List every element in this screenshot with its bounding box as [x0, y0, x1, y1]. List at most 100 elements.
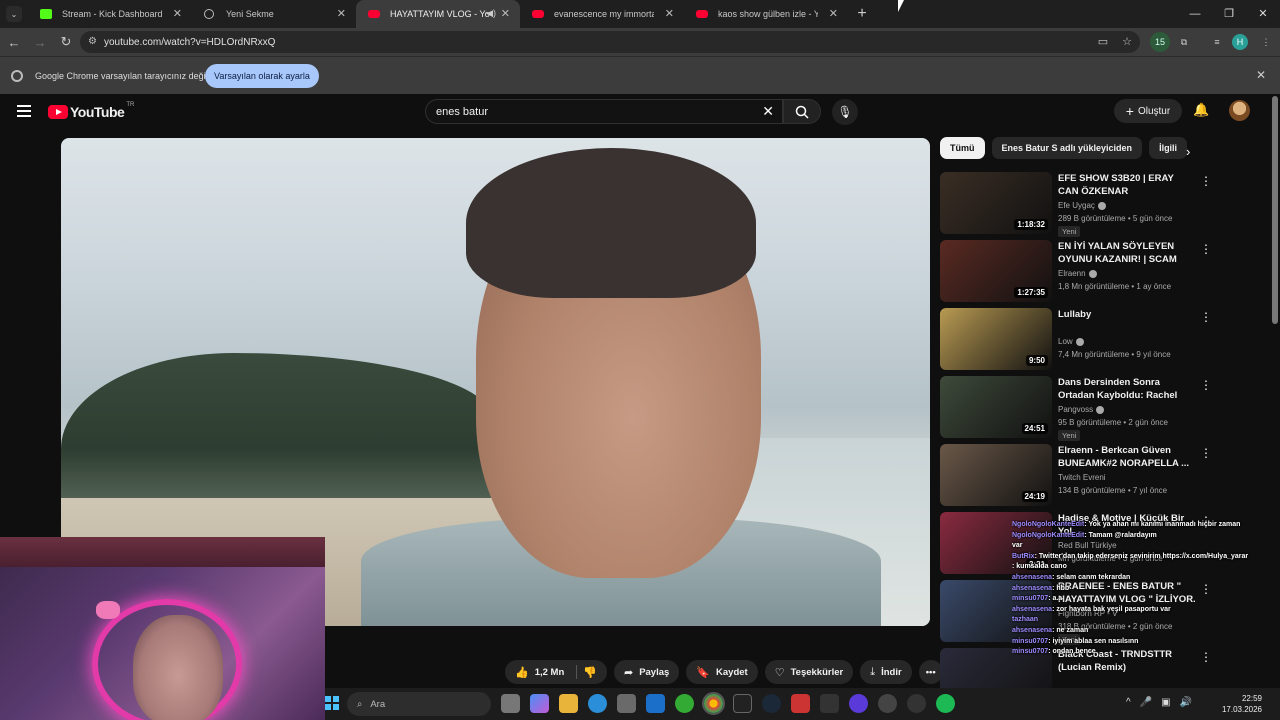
kebab-menu-icon[interactable]: ⋮ — [1256, 32, 1276, 52]
set-default-button[interactable]: Varsayılan olarak ayarla — [205, 64, 319, 88]
url-bar[interactable]: ⚙ youtube.com/watch?v=HDLOrdNRxxQ ▭ ☆ — [80, 31, 1140, 53]
windows-start-icon[interactable] — [325, 696, 339, 710]
volume-icon[interactable]: 🔊 — [1180, 697, 1192, 708]
microphone-tray-icon[interactable]: 🎤 — [1140, 697, 1152, 708]
recommendation-title[interactable]: Dans Dersinden Sonra Ortadan Kayboldu: R… — [1058, 376, 1196, 402]
recommendation-item[interactable]: 1:18:32 EFE SHOW S3B20 | ERAY CAN ÖZKENAR… — [940, 171, 1270, 239]
close-icon[interactable]: ✕ — [829, 7, 838, 20]
more-vertical-icon[interactable]: ⋮ — [1200, 446, 1212, 460]
microphone-icon[interactable]: 🎙 — [832, 99, 858, 125]
tray-chevron-icon[interactable]: ^ — [1126, 697, 1131, 708]
recommendation-item[interactable]: 24:19 Elraenn - Berkcan Güven BUNEAMK#2 N… — [940, 443, 1270, 511]
task-view-icon[interactable] — [501, 694, 520, 713]
youtube-logo[interactable]: YouTube TR — [48, 102, 134, 120]
forward-arrow-icon[interactable]: → — [28, 35, 52, 50]
save-button[interactable]: 🔖 Kaydet — [686, 660, 758, 684]
search-button[interactable] — [783, 99, 821, 124]
recommendation-thumbnail[interactable]: 1:18:32 — [940, 172, 1052, 234]
recommendation-channel[interactable]: Efe Uygaç — [1058, 201, 1106, 210]
media-control-icon[interactable]: ≡ — [1207, 32, 1227, 52]
close-icon[interactable]: ✕ — [501, 7, 510, 20]
network-icon[interactable]: ▣ — [1161, 697, 1170, 708]
tab-evanescence[interactable]: evanescence my immortal - You ✕ — [520, 0, 684, 28]
back-arrow-icon[interactable]: ← — [2, 35, 26, 50]
download-button[interactable]: ⤓ İndir — [860, 660, 912, 684]
obs-icon[interactable] — [878, 694, 897, 713]
outlook-icon[interactable] — [646, 694, 665, 713]
like-button[interactable]: 👍 1,2 Mn 👎 — [505, 660, 607, 684]
chrome-app-icon[interactable] — [702, 692, 725, 715]
extension-badge-icon[interactable]: 15 — [1150, 32, 1170, 52]
recommendation-thumbnail[interactable]: 1:27:35 — [940, 240, 1052, 302]
recommendation-channel[interactable]: Elraenn — [1058, 269, 1097, 278]
chevron-right-icon[interactable]: › — [1186, 144, 1190, 159]
create-button[interactable]: + Oluştur — [1114, 99, 1182, 123]
more-vertical-icon[interactable]: ⋮ — [1200, 174, 1212, 188]
recommendation-title[interactable]: Lullaby — [1058, 308, 1196, 321]
chat-message: NgoloNgoloKanteEdit: Yok ya ahan mı kanı… — [1012, 520, 1280, 531]
close-icon[interactable]: ✕ — [1256, 68, 1266, 82]
account-avatar[interactable] — [1229, 100, 1250, 121]
recommendation-thumbnail[interactable]: 9:50 — [940, 308, 1052, 370]
new-tab-button[interactable]: + — [848, 5, 876, 23]
close-icon[interactable]: ✕ — [665, 7, 674, 20]
file-explorer-icon[interactable] — [559, 694, 578, 713]
recommendation-title[interactable]: EN İYİ YALAN SÖYLEYEN OYUNU KAZANIR! | S… — [1058, 240, 1196, 266]
tab-hayattayim-vlog[interactable]: HAYATTAYIM VLOG - YouTu ◀) ✕ — [356, 0, 520, 28]
tab-new-tab[interactable]: Yeni Sekme ✕ — [192, 0, 356, 28]
recommendation-thumbnail[interactable]: 24:19 — [940, 444, 1052, 506]
recommendation-item[interactable]: 1:27:35 EN İYİ YALAN SÖYLEYEN OYUNU KAZAN… — [940, 239, 1270, 307]
recorder-icon[interactable] — [791, 694, 810, 713]
copilot-icon[interactable] — [530, 694, 549, 713]
more-vertical-icon[interactable]: ⋮ — [1200, 242, 1212, 256]
app-icon-3[interactable] — [907, 694, 926, 713]
recommendation-thumbnail[interactable]: 24:51 — [940, 376, 1052, 438]
extensions-puzzle-icon[interactable]: ⧉ — [1174, 32, 1194, 52]
taskbar-search[interactable]: ⌕ Ara — [347, 692, 491, 716]
reload-icon[interactable]: ↻ — [54, 34, 78, 50]
clear-search-icon[interactable]: ✕ — [762, 103, 774, 120]
recommendation-item[interactable]: 24:51 Dans Dersinden Sonra Ortadan Kaybol… — [940, 375, 1270, 443]
taskbar-clock[interactable]: 22:59 17.03.2026 — [1222, 693, 1262, 715]
restore-icon[interactable]: ❐ — [1212, 0, 1246, 28]
cast-icon[interactable]: ▭ — [1098, 35, 1108, 48]
recommendation-channel[interactable]: Twitch Evreni — [1058, 473, 1106, 482]
close-window-icon[interactable]: ✕ — [1246, 0, 1280, 28]
recommendation-channel[interactable]: Pangvoss — [1058, 405, 1105, 414]
more-vertical-icon[interactable]: ⋮ — [1200, 310, 1212, 324]
epic-games-icon[interactable] — [733, 694, 752, 713]
kick-app-icon[interactable] — [675, 694, 694, 713]
bookmark-star-icon[interactable]: ☆ — [1122, 35, 1132, 48]
thumbs-down-icon[interactable]: 👎 — [583, 666, 597, 679]
close-icon[interactable]: ✕ — [173, 7, 182, 20]
profile-avatar[interactable]: H — [1232, 34, 1248, 50]
search-input[interactable]: enes batur ✕ — [425, 99, 783, 124]
chip-from-uploader[interactable]: Enes Batur S adlı yükleyiciden — [991, 137, 1143, 159]
minimize-icon[interactable]: — — [1178, 0, 1212, 28]
more-vertical-icon[interactable]: ⋮ — [1200, 378, 1212, 392]
spotify-icon[interactable] — [936, 694, 955, 713]
speaker-icon[interactable]: ◀) — [486, 8, 496, 19]
steam-icon[interactable] — [762, 694, 781, 713]
tab-kick-dashboard[interactable]: Stream - Kick Dashboard ✕ — [28, 0, 192, 28]
page-scrollbar[interactable] — [1272, 96, 1278, 324]
share-button[interactable]: ➦ Paylaş — [613, 660, 680, 684]
thanks-button[interactable]: ♡ Teşekkürler — [764, 660, 854, 684]
tab-kaos-show[interactable]: kaos show gülben izle - YouTu ✕ — [684, 0, 848, 28]
recommendation-title[interactable]: EFE SHOW S3B20 | ERAY CAN ÖZKENAR — [1058, 172, 1196, 198]
recommendation-channel[interactable]: Low — [1058, 337, 1084, 346]
close-icon[interactable]: ✕ — [337, 7, 346, 20]
chip-related[interactable]: İlgili — [1149, 137, 1188, 159]
hamburger-menu-icon[interactable] — [17, 105, 31, 117]
store-icon[interactable] — [617, 694, 636, 713]
edge-icon[interactable] — [588, 694, 607, 713]
site-info-icon[interactable]: ⚙ — [88, 36, 97, 47]
app-icon-2[interactable] — [849, 694, 868, 713]
notifications-bell-icon[interactable]: 🔔 — [1193, 102, 1209, 118]
recommendation-meta: 95 B görüntüleme • 2 gün önce — [1058, 418, 1168, 427]
tab-search-button[interactable]: ⌄ — [0, 0, 28, 28]
chip-all[interactable]: Tümü — [940, 137, 985, 159]
app-icon[interactable] — [820, 694, 839, 713]
recommendation-item[interactable]: 9:50 Lullaby Low 7,4 Mn görüntüleme • 9 yıl… — [940, 307, 1270, 375]
recommendation-title[interactable]: Elraenn - Berkcan Güven BUNEAMK#2 NORAPE… — [1058, 444, 1196, 470]
